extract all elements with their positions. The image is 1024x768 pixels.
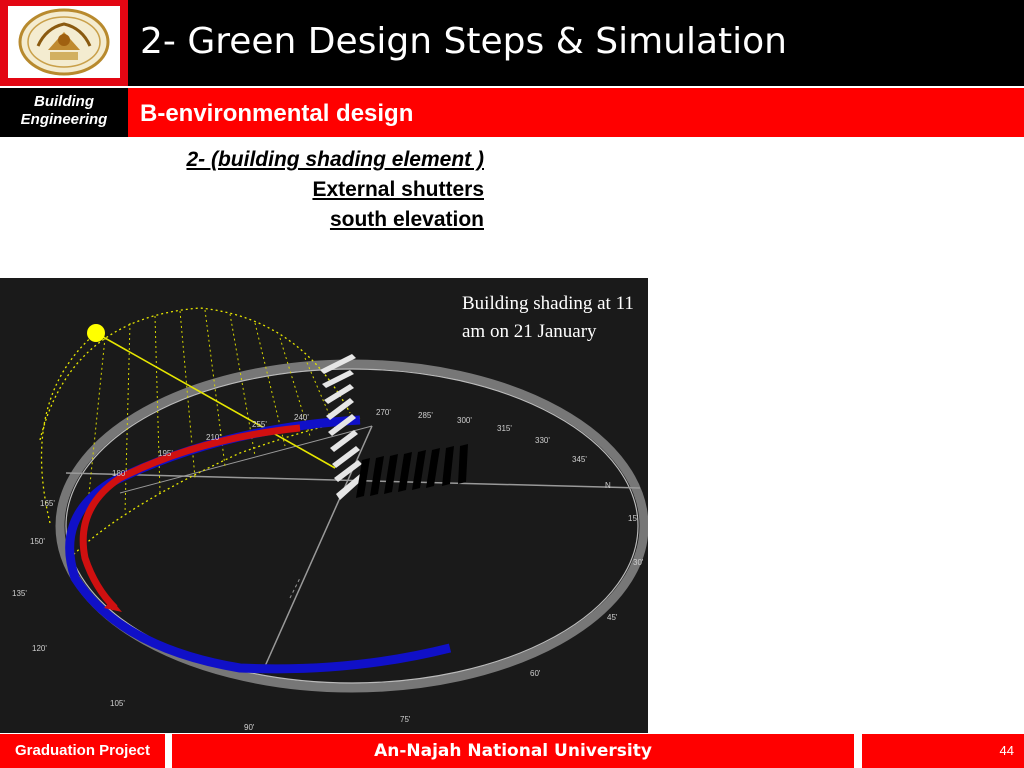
footer-project-label: Graduation Project — [0, 734, 165, 768]
logo-box — [0, 0, 128, 86]
shading-element-heading: 2- (building shading element ) — [186, 148, 484, 171]
degree-label: 75' — [400, 715, 411, 724]
degree-label: 150' — [30, 537, 45, 546]
degree-label: 105' — [110, 699, 125, 708]
elevation-subheading: south elevation — [329, 208, 484, 231]
simulation-caption: Building shading at 11 am on 21 January — [462, 293, 634, 342]
degree-label: 60' — [530, 669, 541, 678]
degree-label: 210' — [206, 433, 221, 442]
degree-label: 255' — [252, 420, 267, 429]
section-title: B-environmental design — [140, 100, 414, 127]
degree-label: 135' — [12, 589, 27, 598]
degree-label: 240' — [294, 413, 309, 422]
shading-simulation-image: 90' 105' 120' 135' 150' 165' 180' 195' 210' 240' 2… — [0, 278, 648, 733]
degree-label: 270' — [376, 408, 391, 417]
degree-label: N — [605, 481, 611, 490]
degree-label: 285' — [418, 411, 433, 420]
page-number: 44 — [862, 734, 1024, 768]
degree-label: 120' — [32, 644, 47, 653]
degree-label: 180' — [112, 469, 127, 478]
degree-label: 90' — [244, 723, 255, 732]
degree-label: 30' — [633, 558, 644, 567]
slide-title: 2- Green Design Steps & Simulation — [140, 21, 787, 62]
degree-label: 300' — [457, 416, 472, 425]
degree-label: 165' — [40, 499, 55, 508]
degree-label: 45' — [607, 613, 618, 622]
department-label: Building Engineering — [0, 88, 128, 137]
degree-label: 330' — [535, 436, 550, 445]
degree-label: 345' — [572, 455, 587, 464]
degree-label: 15' — [628, 514, 639, 523]
degree-label: 195' — [158, 449, 173, 458]
university-seal-icon — [8, 6, 120, 78]
shutters-subheading: External shutters — [312, 178, 484, 201]
footer-university: An-Najah National University — [172, 734, 854, 768]
degree-label: 315' — [497, 424, 512, 433]
